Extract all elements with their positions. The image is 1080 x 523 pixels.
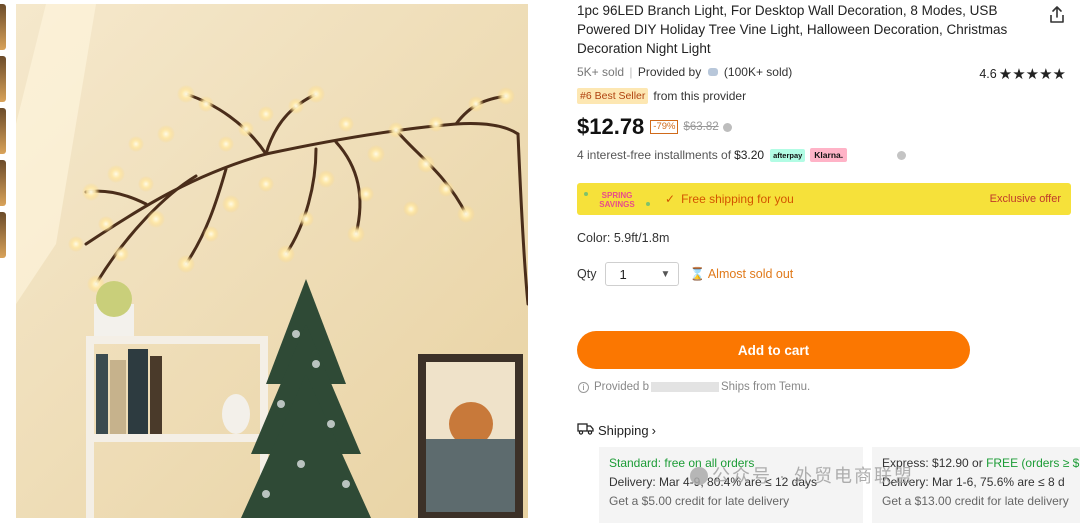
original-price: $63.82 <box>683 121 719 133</box>
installments-text: 4 interest-free installments of <box>577 148 732 162</box>
klarna-logo: Klarna. <box>810 148 848 162</box>
free-shipping-text: Free shipping for you <box>681 192 794 206</box>
truck-icon <box>577 422 594 438</box>
exclusive-offer: Exclusive offer <box>989 193 1061 205</box>
star-icons: ★★★★★ <box>998 66 1066 83</box>
meta-row: 5K+ sold | Provided by (100K+ sold) 4.6 … <box>577 65 1066 83</box>
rating-value: 4.6 <box>979 67 997 81</box>
thumbnail[interactable] <box>0 4 6 50</box>
watermark: 公众号 · 外贸电商联盟 <box>690 462 914 488</box>
almost-sold-out-text: Almost sold out <box>707 266 794 281</box>
quantity-select[interactable]: 1 ▼ <box>605 262 680 286</box>
share-icon[interactable] <box>1047 5 1067 25</box>
quantity-row: Qty 1 ▼ ⌛ Almost sold out <box>577 262 793 286</box>
installments-info-icon[interactable] <box>897 151 906 160</box>
installments-row: 4 interest-free installments of $3.20 af… <box>577 148 907 162</box>
provided-by-label: Provided by <box>637 65 702 79</box>
provided-note-start: Provided b <box>594 381 649 393</box>
rating[interactable]: 4.6 ★★★★★ <box>979 65 1066 83</box>
bestseller-text: from this provider <box>653 89 747 103</box>
chevron-down-icon: ▼ <box>660 268 671 280</box>
shipping-header[interactable]: Shipping › <box>577 422 656 438</box>
installment-amount: $3.20 <box>734 148 765 162</box>
bestseller-badge: #6 Best Seller <box>577 88 649 104</box>
provider-logo-icon[interactable] <box>707 68 718 76</box>
product-image[interactable] <box>16 4 528 518</box>
price: $12.78 <box>577 114 645 139</box>
color-option[interactable]: Color: 5.9ft/1.8m <box>577 231 669 245</box>
standard-prefix: Standard: <box>609 456 665 470</box>
afterpay-logo: afterpay <box>770 148 806 162</box>
shipping-label: Shipping <box>598 422 649 438</box>
bestseller-row: #6 Best Seller from this provider <box>577 88 746 104</box>
quantity-value: 1 <box>619 266 627 282</box>
provided-note: i Provided b Ships from Temu. <box>578 381 810 393</box>
almost-sold-out: ⌛ Almost sold out <box>689 267 793 282</box>
price-info-icon[interactable] <box>722 122 732 132</box>
provider-name-blurred <box>650 382 719 392</box>
thumbnail[interactable] <box>0 108 6 154</box>
product-title: 1pc 96LED Branch Light, For Desktop Wall… <box>577 3 1008 56</box>
sold-count: 5K+ sold <box>577 65 625 79</box>
hourglass-icon: ⌛ <box>689 266 706 281</box>
express-credit: Get a $13.00 credit for late delivery <box>882 494 1069 508</box>
thumbnail[interactable] <box>0 56 6 102</box>
thumbnail[interactable] <box>0 212 6 258</box>
info-icon: i <box>578 381 589 393</box>
express-title: FREE (orders ≥ $ <box>986 456 1080 470</box>
price-row: $12.78 -79% $63.82 <box>577 114 732 140</box>
add-to-cart-button[interactable]: Add to cart <box>577 331 970 369</box>
standard-credit: Get a $5.00 credit for late delivery <box>609 494 790 508</box>
promo-banner[interactable]: SPRING SAVINGS ✓ Free shipping for you E… <box>577 183 1071 215</box>
check-icon: ✓ <box>665 192 676 206</box>
spring-savings-logo: SPRING SAVINGS <box>581 188 653 210</box>
qty-label: Qty <box>577 267 597 281</box>
spring-logo-line1: SPRING <box>602 191 633 200</box>
provider-sold[interactable]: (100K+ sold) <box>724 65 792 79</box>
spring-logo-line2: SAVINGS <box>599 200 635 209</box>
thumbnail[interactable] <box>0 160 6 206</box>
wechat-icon <box>690 467 708 485</box>
provided-note-end: Ships from Temu. <box>720 381 811 393</box>
watermark-text: 公众号 · 外贸电商联盟 <box>712 466 914 486</box>
chevron-right-icon: › <box>651 422 656 438</box>
thumbnail-strip <box>0 4 6 264</box>
discount-badge: -79% <box>650 120 679 134</box>
